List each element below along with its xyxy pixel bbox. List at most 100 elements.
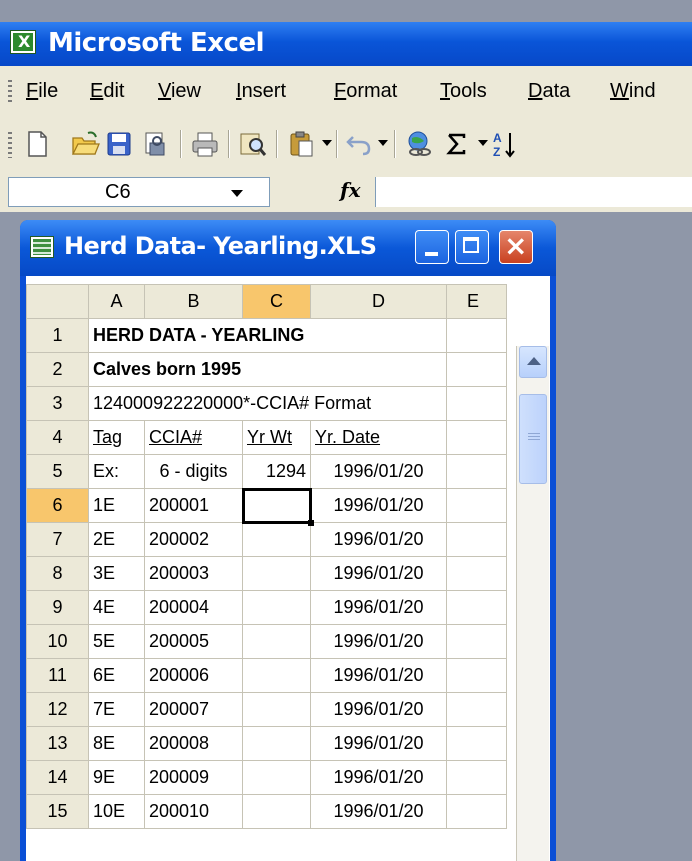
column-header-c[interactable]: C <box>242 284 311 319</box>
row-header[interactable]: 15 <box>26 794 89 829</box>
row-header[interactable]: 11 <box>26 658 89 693</box>
cell-a1[interactable]: HERD DATA - YEARLING <box>88 318 447 353</box>
active-cell[interactable] <box>241 487 314 526</box>
close-button[interactable]: × <box>499 229 533 264</box>
cell-d10[interactable]: 1996/01/20 <box>310 624 447 659</box>
cell-d5[interactable]: 1996/01/20 <box>310 454 447 489</box>
print-icon[interactable] <box>190 129 220 159</box>
row-header[interactable]: 7 <box>26 522 89 557</box>
cell-d14[interactable]: 1996/01/20 <box>310 760 447 795</box>
menu-tools[interactable]: Tools <box>440 80 487 103</box>
cell-b9[interactable]: 200004 <box>144 590 243 625</box>
cell-c4[interactable]: Yr Wt <box>242 420 311 455</box>
column-header-d[interactable]: D <box>310 284 447 319</box>
cell-a7[interactable]: 2E <box>88 522 145 557</box>
cell-d4[interactable]: Yr. Date <box>310 420 447 455</box>
cell-d8[interactable]: 1996/01/20 <box>310 556 447 591</box>
column-header-e[interactable]: E <box>446 284 507 319</box>
cell-a11[interactable]: 6E <box>88 658 145 693</box>
vertical-scrollbar[interactable] <box>516 346 549 861</box>
cell-b11[interactable]: 200006 <box>144 658 243 693</box>
toolbar-grip-handle[interactable] <box>8 132 12 158</box>
row-header[interactable]: 13 <box>26 726 89 761</box>
menu-grip-handle[interactable] <box>8 80 12 102</box>
cell-c12[interactable] <box>242 692 311 727</box>
cell-e4[interactable] <box>446 420 507 455</box>
cell-b10[interactable]: 200005 <box>144 624 243 659</box>
cell-a12[interactable]: 7E <box>88 692 145 727</box>
menu-data[interactable]: Data <box>528 80 570 103</box>
row-header[interactable]: 10 <box>26 624 89 659</box>
cell-a14[interactable]: 9E <box>88 760 145 795</box>
cell-b14[interactable]: 200009 <box>144 760 243 795</box>
cell-d7[interactable]: 1996/01/20 <box>310 522 447 557</box>
cell-b13[interactable]: 200008 <box>144 726 243 761</box>
minimize-button[interactable] <box>415 230 449 264</box>
cell-e10[interactable] <box>446 624 507 659</box>
menu-edit[interactable]: Edit <box>90 80 124 103</box>
cell-e8[interactable] <box>446 556 507 591</box>
menu-window[interactable]: Wind <box>610 80 656 103</box>
cell-e7[interactable] <box>446 522 507 557</box>
menu-file[interactable]: File <box>26 80 58 103</box>
open-icon[interactable] <box>70 129 100 159</box>
cell-a2[interactable]: Calves born 1995 <box>88 352 447 387</box>
cell-b5[interactable]: 6 - digits <box>144 454 243 489</box>
cell-c10[interactable] <box>242 624 311 659</box>
cell-a13[interactable]: 8E <box>88 726 145 761</box>
insert-function-icon[interactable]: fx <box>340 178 361 202</box>
cell-a3[interactable]: 124000922220000*-CCIA# Format <box>88 386 447 421</box>
cell-b12[interactable]: 200007 <box>144 692 243 727</box>
row-header[interactable]: 9 <box>26 590 89 625</box>
cell-e9[interactable] <box>446 590 507 625</box>
name-box[interactable]: C6 <box>8 177 270 207</box>
cell-d6[interactable]: 1996/01/20 <box>310 488 447 523</box>
sort-ascending-icon[interactable]: A Z <box>490 129 520 159</box>
new-icon[interactable] <box>22 129 52 159</box>
cell-c8[interactable] <box>242 556 311 591</box>
save-icon[interactable] <box>104 129 134 159</box>
column-header-b[interactable]: B <box>144 284 243 319</box>
cell-c7[interactable] <box>242 522 311 557</box>
cell-b7[interactable]: 200002 <box>144 522 243 557</box>
cell-a5[interactable]: Ex: <box>88 454 145 489</box>
cell-c11[interactable] <box>242 658 311 693</box>
workbook-title-bar[interactable]: Herd Data- Yearling.XLS × <box>20 220 556 276</box>
cell-e2[interactable] <box>446 352 507 387</box>
row-header[interactable]: 4 <box>26 420 89 455</box>
cell-b15[interactable]: 200010 <box>144 794 243 829</box>
row-header[interactable]: 8 <box>26 556 89 591</box>
row-header[interactable]: 2 <box>26 352 89 387</box>
cell-e11[interactable] <box>446 658 507 693</box>
cell-d13[interactable]: 1996/01/20 <box>310 726 447 761</box>
cell-c14[interactable] <box>242 760 311 795</box>
autosum-dropdown-arrow[interactable] <box>478 140 488 146</box>
row-header[interactable]: 6 <box>26 488 89 523</box>
scroll-thumb[interactable] <box>519 394 547 484</box>
menu-view[interactable]: View <box>158 80 201 103</box>
cell-e1[interactable] <box>446 318 507 353</box>
cell-c9[interactable] <box>242 590 311 625</box>
cell-c13[interactable] <box>242 726 311 761</box>
cell-b4[interactable]: CCIA# <box>144 420 243 455</box>
cell-a10[interactable]: 5E <box>88 624 145 659</box>
maximize-button[interactable] <box>455 230 489 264</box>
cell-d15[interactable]: 1996/01/20 <box>310 794 447 829</box>
autosum-icon[interactable] <box>442 129 472 159</box>
scroll-up-arrow-icon[interactable] <box>519 346 547 378</box>
cell-a6[interactable]: 1E <box>88 488 145 523</box>
row-header[interactable]: 3 <box>26 386 89 421</box>
menu-insert[interactable]: Insert <box>236 80 286 103</box>
paste-icon[interactable] <box>286 129 316 159</box>
cell-e6[interactable] <box>446 488 507 523</box>
row-header[interactable]: 5 <box>26 454 89 489</box>
cell-c5[interactable]: 1294 <box>242 454 311 489</box>
research-icon[interactable] <box>238 129 268 159</box>
cell-a8[interactable]: 3E <box>88 556 145 591</box>
row-header[interactable]: 1 <box>26 318 89 353</box>
cell-b6[interactable]: 200001 <box>144 488 243 523</box>
fill-handle[interactable] <box>308 520 314 526</box>
cell-d12[interactable]: 1996/01/20 <box>310 692 447 727</box>
undo-icon[interactable] <box>344 129 374 159</box>
cell-e3[interactable] <box>446 386 507 421</box>
